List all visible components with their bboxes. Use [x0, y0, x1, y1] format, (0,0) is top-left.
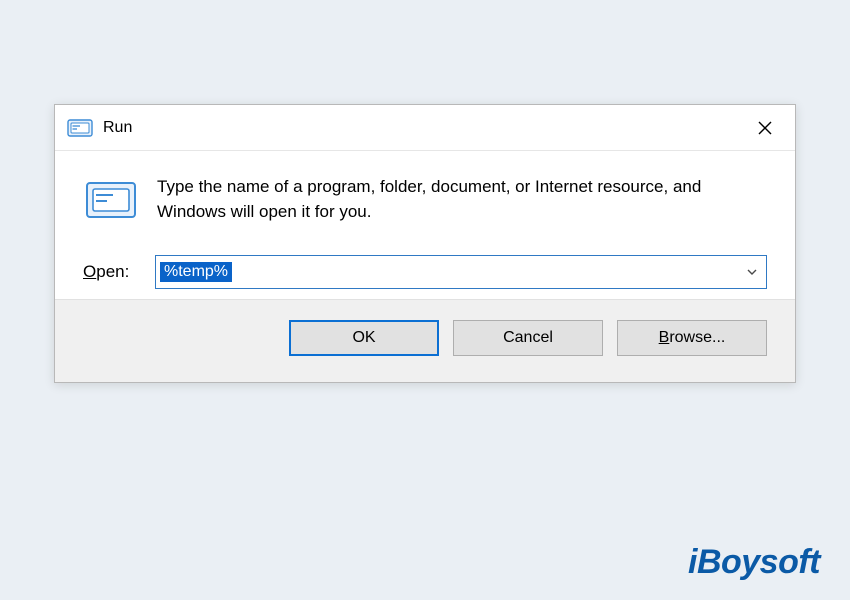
- run-dialog: Run Type the name of a program, folder, …: [54, 104, 796, 383]
- dialog-body: Type the name of a program, folder, docu…: [55, 151, 795, 299]
- browse-button[interactable]: Browse...: [617, 320, 767, 356]
- open-row: Open: %temp%: [83, 255, 767, 289]
- dialog-description: Type the name of a program, folder, docu…: [157, 175, 767, 224]
- combobox-dropdown-button[interactable]: [738, 256, 766, 288]
- close-icon: [758, 121, 772, 135]
- run-icon: [67, 118, 93, 138]
- open-input[interactable]: [156, 256, 738, 288]
- run-large-icon: [83, 177, 139, 225]
- ok-button[interactable]: OK: [289, 320, 439, 356]
- watermark-logo: iBoysoft: [688, 543, 820, 582]
- dialog-title: Run: [103, 119, 132, 137]
- titlebar: Run: [55, 105, 795, 151]
- open-combobox[interactable]: %temp%: [155, 255, 767, 289]
- chevron-down-icon: [746, 266, 758, 278]
- open-label: Open:: [83, 262, 155, 282]
- close-button[interactable]: [743, 113, 787, 143]
- cancel-button[interactable]: Cancel: [453, 320, 603, 356]
- button-bar: OK Cancel Browse...: [55, 299, 795, 382]
